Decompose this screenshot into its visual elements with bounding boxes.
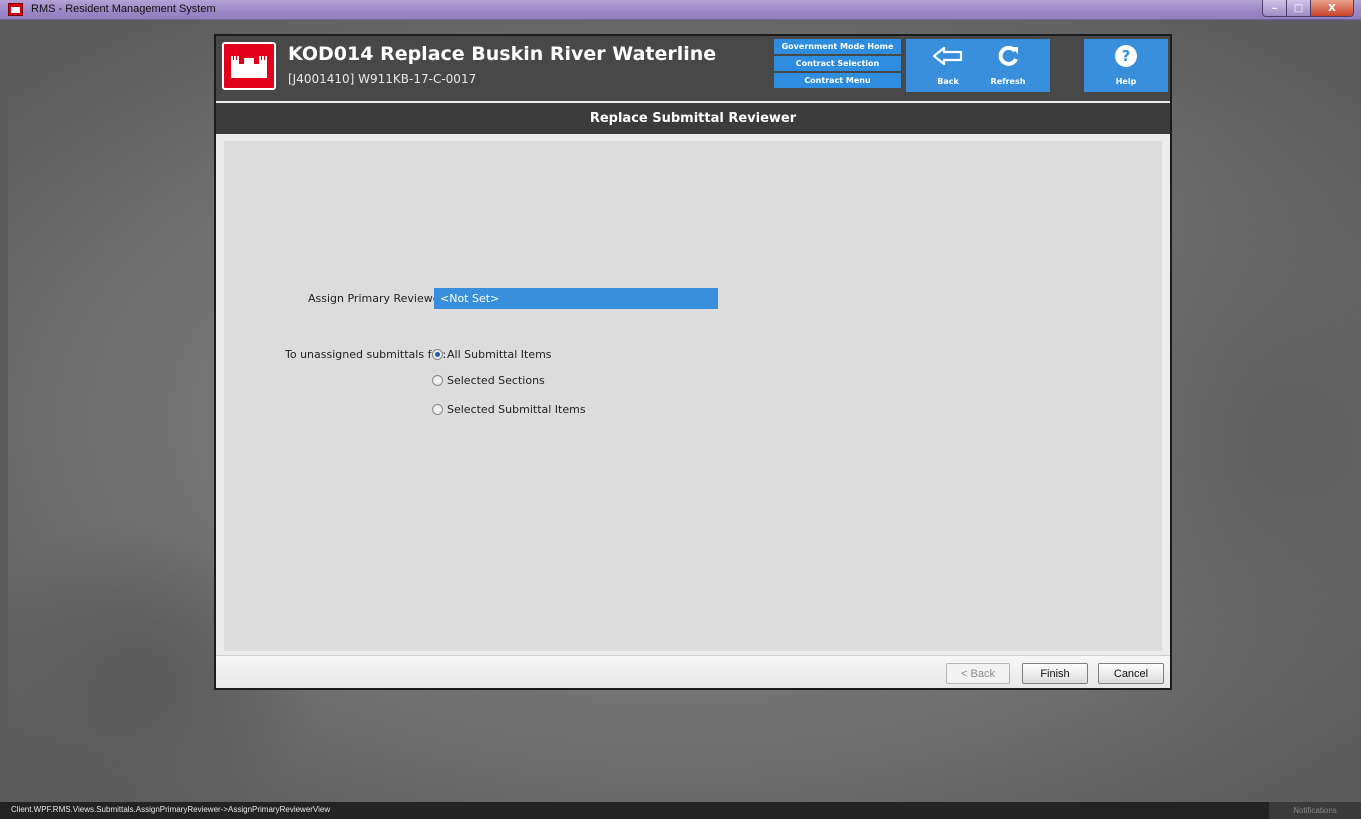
radio-button[interactable] <box>432 375 443 386</box>
app-castle-icon <box>8 3 23 16</box>
help-question-icon: ? <box>1084 43 1168 69</box>
svg-text:?: ? <box>1122 47 1131 65</box>
status-bar: Client.WPF.RMS.Views.Submittals.AssignPr… <box>0 802 1361 819</box>
window-title-bar[interactable]: RMS - Resident Management System – □ X <box>0 0 1361 20</box>
view-path-status: Client.WPF.RMS.Views.Submittals.AssignPr… <box>11 805 331 814</box>
radio-label: All Submittal Items <box>447 348 552 361</box>
primary-reviewer-dropdown[interactable]: <Not Set> <box>434 288 718 309</box>
contract-selection-button[interactable]: Contract Selection <box>774 56 901 71</box>
help-tile-label: Help <box>1115 77 1137 86</box>
finish-button[interactable]: Finish <box>1022 663 1088 684</box>
form-area: Assign Primary Reviewer <Not Set> To una… <box>224 141 1162 651</box>
refresh-icon <box>966 43 1050 69</box>
radio-label: Selected Sections <box>447 374 545 387</box>
radio-all-submittal-items[interactable]: All Submittal Items <box>432 348 552 361</box>
help-tile-button[interactable]: ? Help <box>1084 39 1168 92</box>
radio-selected-sections[interactable]: Selected Sections <box>432 374 545 387</box>
desktop-left-edge <box>0 20 8 802</box>
refresh-tile-label: Refresh <box>990 77 1026 86</box>
contract-title: KOD014 Replace Buskin River Waterline <box>288 43 717 65</box>
cancel-button[interactable]: Cancel <box>1098 663 1164 684</box>
radio-selected-submittal-items[interactable]: Selected Submittal Items <box>432 403 586 416</box>
app-panel: KOD014 Replace Buskin River Waterline [J… <box>214 34 1172 690</box>
window-controls: – □ X <box>1262 0 1354 17</box>
refresh-tile-button[interactable]: Refresh <box>966 39 1050 92</box>
radio-button-selected[interactable] <box>432 349 443 360</box>
contract-menu-button[interactable]: Contract Menu <box>774 73 901 88</box>
wizard-footer: < Back Finish Cancel <box>216 655 1170 688</box>
government-mode-home-button[interactable]: Government Mode Home <box>774 39 901 54</box>
app-header: KOD014 Replace Buskin River Waterline [J… <box>216 36 1170 101</box>
primary-reviewer-label: Assign Primary Reviewer <box>308 292 445 305</box>
usace-castle-logo-icon <box>222 42 276 90</box>
wizard-back-button[interactable]: < Back <box>946 663 1010 684</box>
radio-button[interactable] <box>432 404 443 415</box>
window-title: RMS - Resident Management System <box>31 3 216 15</box>
radio-label: Selected Submittal Items <box>447 403 586 416</box>
nav-links: Government Mode Home Contract Selection … <box>774 39 901 88</box>
notifications-button[interactable]: Notifications <box>1269 802 1361 819</box>
unassigned-submittals-label: To unassigned submittals for: <box>285 348 447 361</box>
contract-number: [J4001410] W911KB-17-C-0017 <box>288 72 477 86</box>
close-button[interactable]: X <box>1311 0 1354 17</box>
page-title: Replace Submittal Reviewer <box>216 103 1170 134</box>
minimize-button[interactable]: – <box>1262 0 1287 17</box>
maximize-button[interactable]: □ <box>1287 0 1311 17</box>
